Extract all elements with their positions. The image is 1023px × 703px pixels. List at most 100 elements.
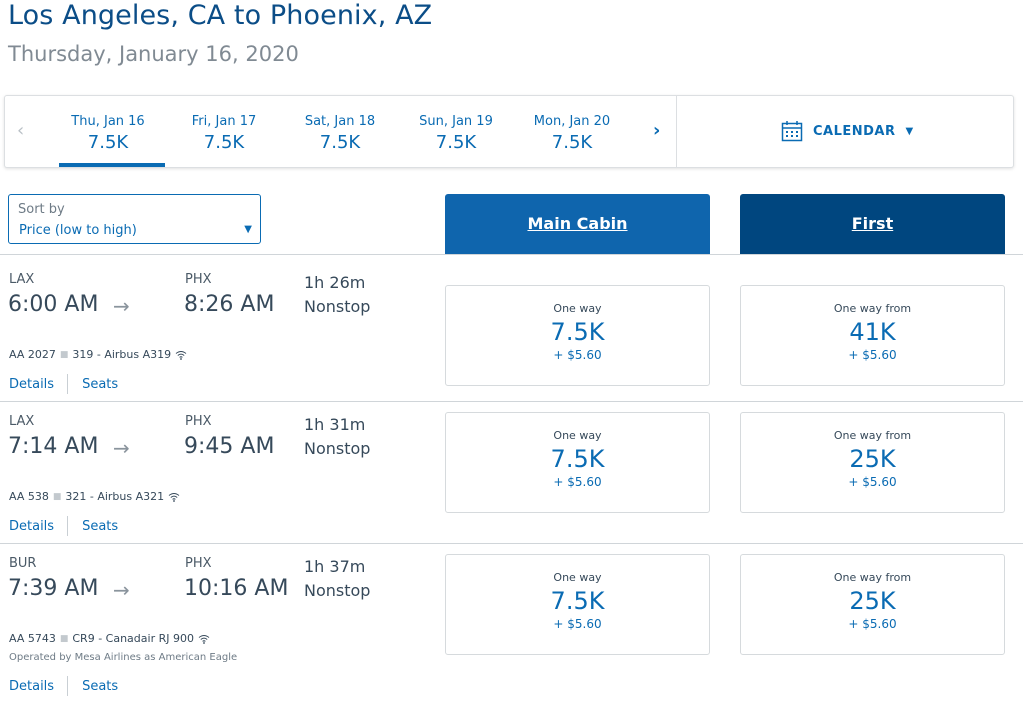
depart-time: 7:39 AM (8, 576, 99, 601)
date-strip: ‹ Thu, Jan 16 7.5K Fri, Jan 17 7.5K Sat,… (4, 95, 1014, 168)
origin-code: LAX (9, 272, 35, 287)
first-fare-button[interactable]: One way from 25K + $5.60 (740, 412, 1005, 513)
wifi-icon (168, 492, 180, 502)
separator-dot: ■ (59, 349, 69, 360)
stops: Nonstop (304, 439, 371, 458)
fare-label: One way (553, 571, 602, 584)
origin-code: BUR (9, 556, 37, 571)
fare-miles: 25K (849, 587, 896, 615)
date-tab-price: 7.5K (87, 132, 129, 153)
flight-number: AA 538 (9, 490, 49, 503)
calendar-label: CALENDAR (813, 123, 896, 139)
flight-row: BUR PHX 7:39 AM → 10:16 AM 1h 37m Nonsto… (0, 554, 1023, 703)
destination-code: PHX (185, 414, 212, 429)
duration: 1h 37m (304, 557, 366, 576)
separator-dot: ■ (52, 491, 62, 502)
selected-date-indicator (59, 163, 165, 167)
divider (0, 543, 1023, 544)
destination-code: PHX (185, 272, 212, 287)
fare-label: One way from (833, 302, 912, 315)
date-tab-label: Mon, Jan 20 (533, 114, 611, 129)
details-link[interactable]: Details (9, 519, 54, 534)
first-fare-button[interactable]: One way from 25K + $5.60 (740, 554, 1005, 655)
flight-row: LAX PHX 6:00 AM → 8:26 AM 1h 26m Nonstop… (0, 272, 1023, 414)
date-tab-5[interactable]: Mon, Jan 20 7.5K (517, 114, 627, 153)
fare-tax: + $5.60 (848, 617, 897, 631)
flight-info: AA 538 ■ 321 - Airbus A321 (9, 490, 180, 503)
main-cabin-header[interactable]: Main Cabin (445, 194, 710, 254)
divider (67, 374, 69, 394)
wifi-icon (175, 350, 187, 360)
fare-tax: + $5.60 (553, 475, 602, 489)
date-tab-2[interactable]: Fri, Jan 17 7.5K (169, 114, 279, 153)
page-subtitle: Thursday, January 16, 2020 (8, 42, 299, 66)
fare-label: One way from (833, 429, 912, 442)
sort-label: Sort by (18, 202, 65, 217)
divider (67, 676, 69, 696)
flight-row: LAX PHX 7:14 AM → 9:45 AM 1h 31m Nonstop… (0, 412, 1023, 556)
wifi-icon (198, 634, 210, 644)
fare-label: One way (553, 302, 602, 315)
stops: Nonstop (304, 297, 371, 316)
chevron-right-icon[interactable]: › (653, 120, 660, 141)
main-cabin-fare-button[interactable]: One way 7.5K + $5.60 (445, 412, 710, 513)
divider (676, 96, 677, 167)
date-tab-price: 7.5K (435, 132, 477, 153)
fare-miles: 7.5K (550, 445, 605, 473)
depart-time: 7:14 AM (8, 434, 99, 459)
date-tab-price: 7.5K (203, 132, 245, 153)
depart-time: 6:00 AM (8, 292, 99, 317)
fare-tax: + $5.60 (848, 475, 897, 489)
aircraft: 319 - Airbus A319 (72, 348, 172, 361)
page-title: Los Angeles, CA to Phoenix, AZ (8, 0, 433, 31)
flight-info: AA 5743 ■ CR9 - Canadair RJ 900 (9, 632, 210, 645)
fare-miles: 7.5K (550, 318, 605, 346)
duration: 1h 26m (304, 273, 366, 292)
flight-links: Details Seats (9, 516, 118, 536)
date-tab-label: Fri, Jan 17 (191, 114, 257, 129)
operated-by: Operated by Mesa Airlines as American Ea… (9, 652, 238, 663)
fare-tax: + $5.60 (553, 348, 602, 362)
arrive-time: 10:16 AM (184, 576, 289, 601)
calendar-button[interactable]: CALENDAR ▼ (781, 120, 914, 142)
date-tab-label: Sat, Jan 18 (304, 114, 376, 129)
caret-down-icon: ▼ (905, 125, 914, 137)
arrow-right-icon: → (113, 436, 130, 460)
date-tab-label: Thu, Jan 16 (71, 114, 145, 129)
fare-miles: 7.5K (550, 587, 605, 615)
first-fare-button[interactable]: One way from 41K + $5.60 (740, 285, 1005, 386)
calendar-icon (781, 121, 803, 142)
separator-dot: ■ (59, 633, 69, 644)
flight-info: AA 2027 ■ 319 - Airbus A319 (9, 348, 187, 361)
fare-label: One way (553, 429, 602, 442)
seats-link[interactable]: Seats (82, 679, 118, 694)
duration: 1h 31m (304, 415, 366, 434)
sort-select[interactable]: Sort by Price (low to high) ▼ (8, 194, 261, 244)
fare-label: One way from (833, 571, 912, 584)
first-cabin-header[interactable]: First (740, 194, 1005, 254)
arrive-time: 8:26 AM (184, 292, 275, 317)
arrive-time: 9:45 AM (184, 434, 275, 459)
seats-link[interactable]: Seats (82, 377, 118, 392)
main-cabin-fare-button[interactable]: One way 7.5K + $5.60 (445, 285, 710, 386)
flight-number: AA 5743 (9, 632, 56, 645)
seats-link[interactable]: Seats (82, 519, 118, 534)
fare-tax: + $5.60 (848, 348, 897, 362)
flight-number: AA 2027 (9, 348, 56, 361)
flight-links: Details Seats (9, 374, 118, 394)
flight-links: Details Seats (9, 676, 118, 696)
main-cabin-fare-button[interactable]: One way 7.5K + $5.60 (445, 554, 710, 655)
arrow-right-icon: → (113, 294, 130, 318)
date-tab-1[interactable]: Thu, Jan 16 7.5K (53, 114, 163, 153)
details-link[interactable]: Details (9, 377, 54, 392)
divider (0, 254, 1023, 255)
date-tab-4[interactable]: Sun, Jan 19 7.5K (401, 114, 511, 153)
date-tab-price: 7.5K (551, 132, 593, 153)
caret-down-icon: ▼ (244, 224, 252, 235)
fare-tax: + $5.60 (553, 617, 602, 631)
divider (67, 516, 69, 536)
details-link[interactable]: Details (9, 679, 54, 694)
stops: Nonstop (304, 581, 371, 600)
chevron-left-icon[interactable]: ‹ (17, 120, 24, 141)
date-tab-3[interactable]: Sat, Jan 18 7.5K (285, 114, 395, 153)
